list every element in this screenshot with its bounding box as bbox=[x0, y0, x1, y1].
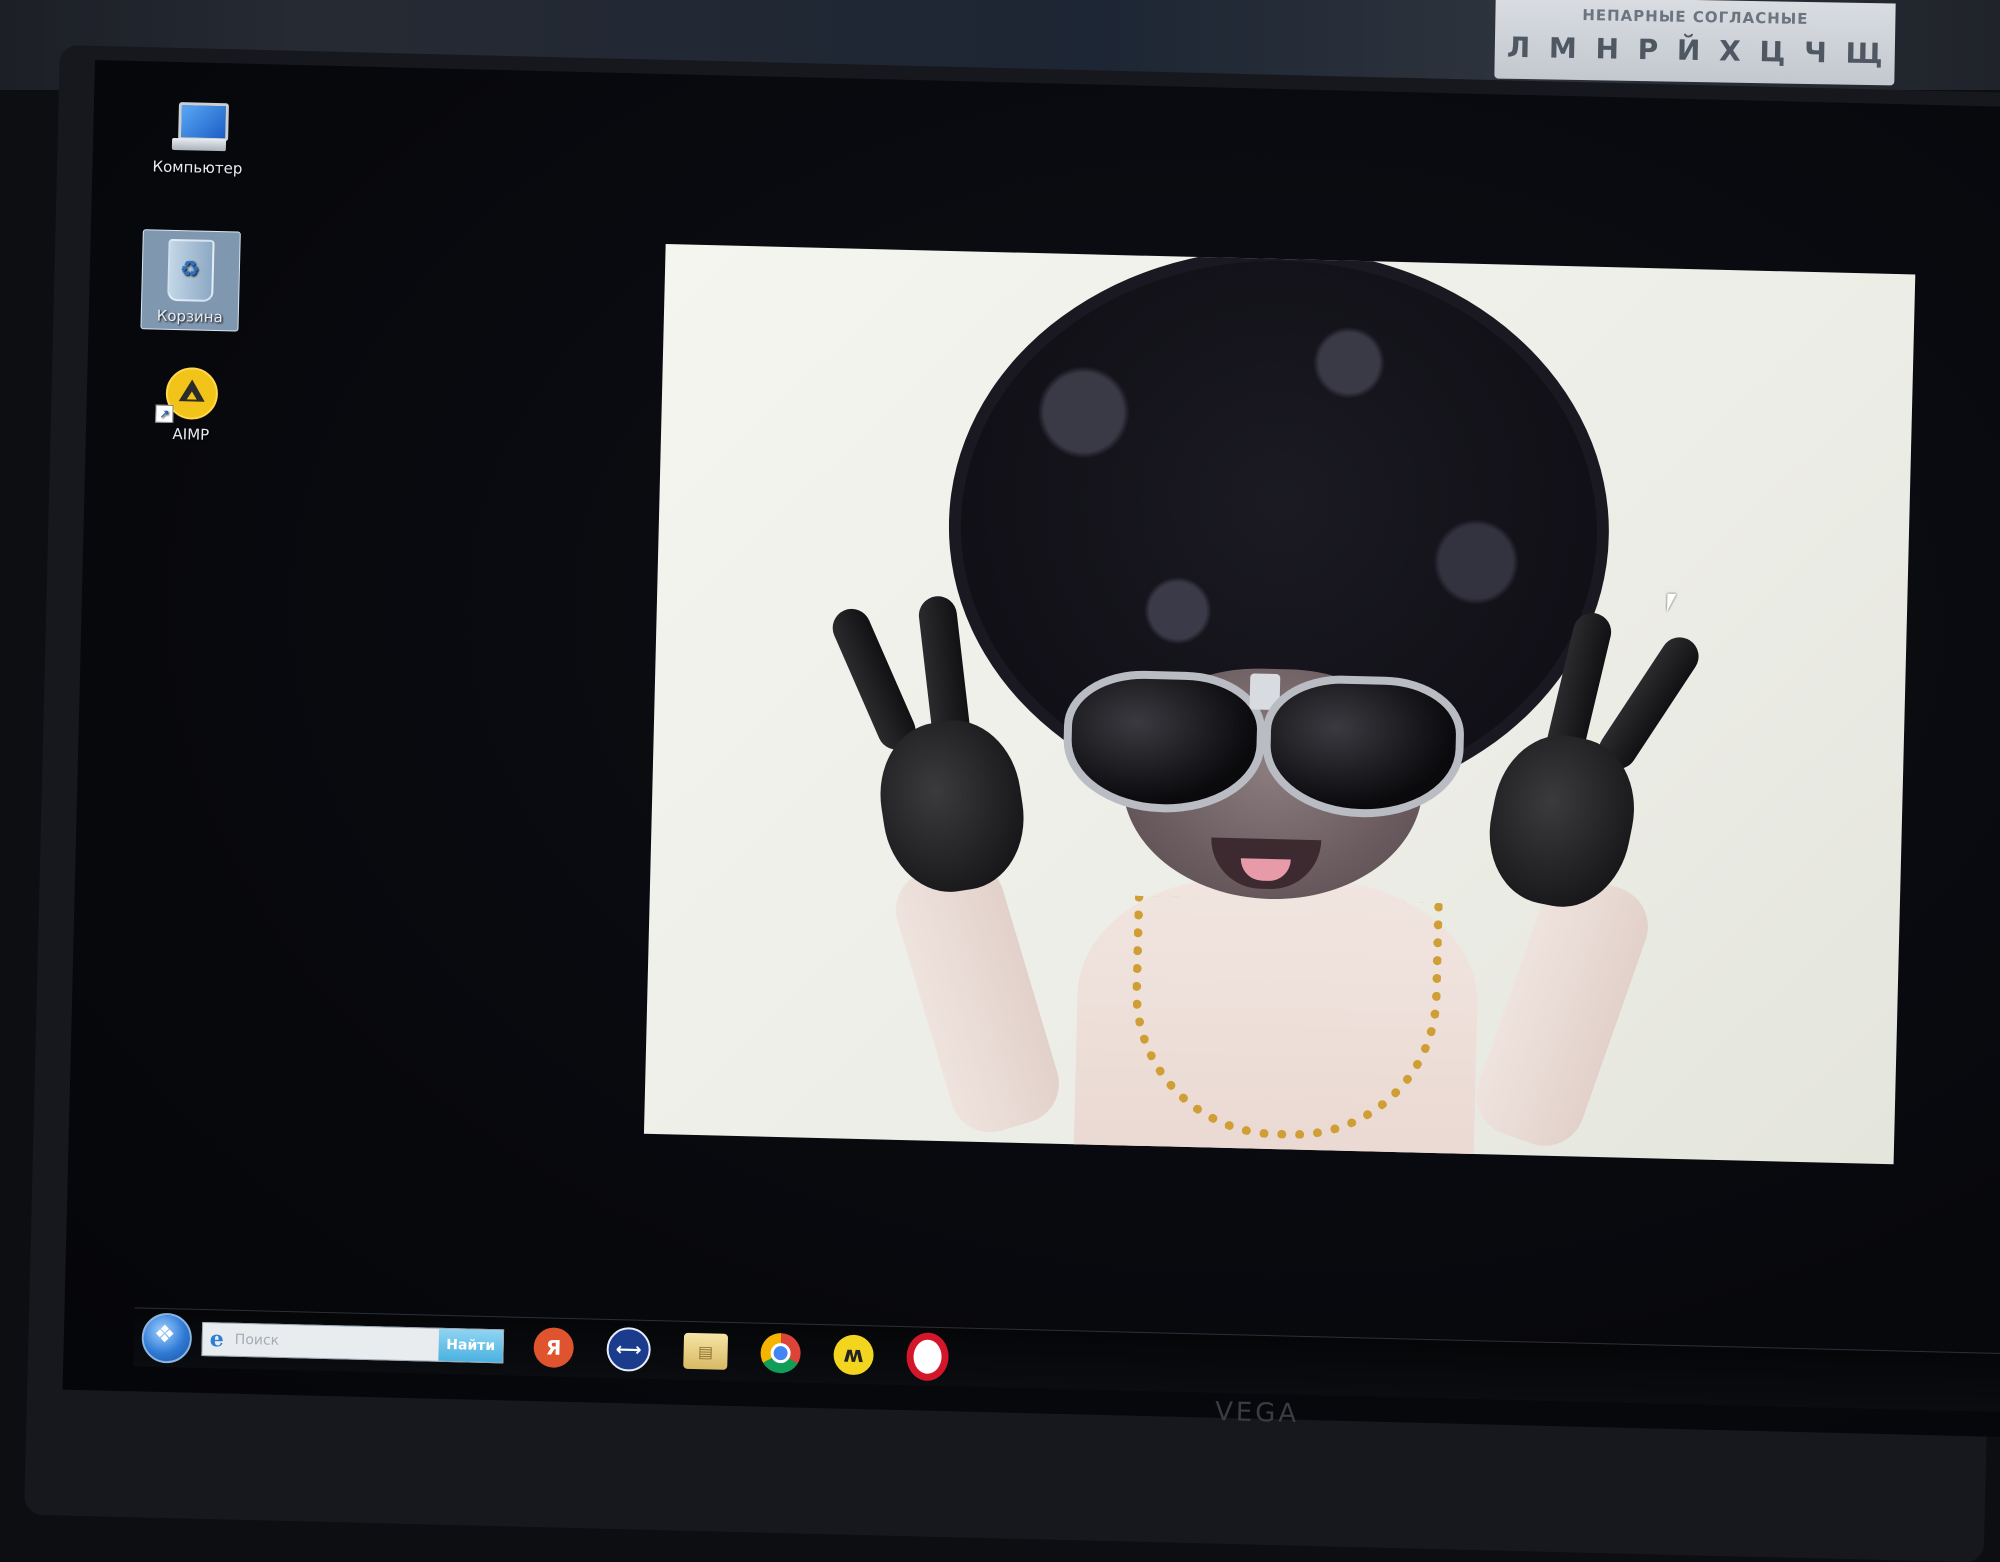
desktop-icon-recycle-bin[interactable]: Корзина bbox=[140, 229, 241, 332]
poster-letter: Х bbox=[1718, 34, 1742, 68]
chrome-icon[interactable] bbox=[760, 1332, 802, 1374]
desktop-wallpaper bbox=[643, 243, 1916, 1165]
poster-title: НЕПАРНЫЕ СОГЛАСНЫЕ bbox=[1582, 6, 1809, 28]
internet-explorer-icon: e bbox=[209, 1326, 225, 1353]
wallpaper-sunglasses bbox=[1061, 659, 1466, 820]
pinned-apps: Я ⟷ ▤ ʍ bbox=[533, 1323, 950, 1382]
search-input[interactable] bbox=[230, 1325, 440, 1359]
desktop-icon-label: Корзина bbox=[156, 306, 224, 327]
wall-poster: НЕПАРНЫЕ СОГЛАСНЫЕ Л М Н Р Й Х Ц Ч Щ bbox=[1494, 0, 1896, 86]
teamviewer-icon[interactable]: ⟷ bbox=[606, 1326, 652, 1372]
start-button[interactable] bbox=[141, 1312, 193, 1364]
poster-letter: Щ bbox=[1845, 36, 1883, 71]
poster-letter: Р bbox=[1637, 33, 1659, 67]
folder-icon[interactable]: ▤ bbox=[683, 1332, 729, 1370]
monitor-brand-logo: VEGA bbox=[1214, 1396, 1300, 1430]
poster-letter: Ц bbox=[1759, 35, 1786, 69]
poster-letter: М bbox=[1548, 31, 1578, 65]
aimp-icon: ↗ bbox=[155, 366, 219, 424]
desktop-icon-label: AIMP bbox=[172, 425, 210, 444]
wallpaper-arm-left bbox=[886, 851, 1069, 1142]
taskbar-search: e Найти bbox=[201, 1321, 505, 1364]
shortcut-arrow-icon: ↗ bbox=[155, 404, 174, 424]
desktop-screen: Компьютер Корзина ↗ AIMP bbox=[62, 60, 2000, 1438]
search-button[interactable]: Найти bbox=[438, 1328, 504, 1363]
desktop-icon-label: Компьютер bbox=[152, 157, 243, 178]
desktop-icon-aimp[interactable]: ↗ AIMP bbox=[136, 366, 248, 445]
desktop-icon-computer[interactable]: Компьютер bbox=[142, 101, 254, 178]
taskbar: e Найти Я ⟷ ▤ ʍ bbox=[133, 1307, 2000, 1413]
yandex-icon[interactable]: Я bbox=[533, 1327, 575, 1369]
wallpaper-arm-right bbox=[1465, 865, 1659, 1157]
computer-icon bbox=[168, 102, 229, 153]
opera-icon[interactable] bbox=[905, 1332, 950, 1382]
yandex-browser-icon[interactable]: ʍ bbox=[833, 1334, 875, 1376]
poster-letter: Л bbox=[1506, 30, 1531, 65]
poster-letters: Л М Н Р Й Х Ц Ч Щ bbox=[1507, 31, 1884, 71]
poster-letter: Н bbox=[1595, 32, 1620, 66]
mouse-cursor-icon bbox=[1666, 593, 1686, 613]
poster-letter: Й bbox=[1676, 33, 1701, 68]
recycle-bin-icon bbox=[167, 238, 215, 302]
poster-letter: Ч bbox=[1803, 35, 1828, 70]
